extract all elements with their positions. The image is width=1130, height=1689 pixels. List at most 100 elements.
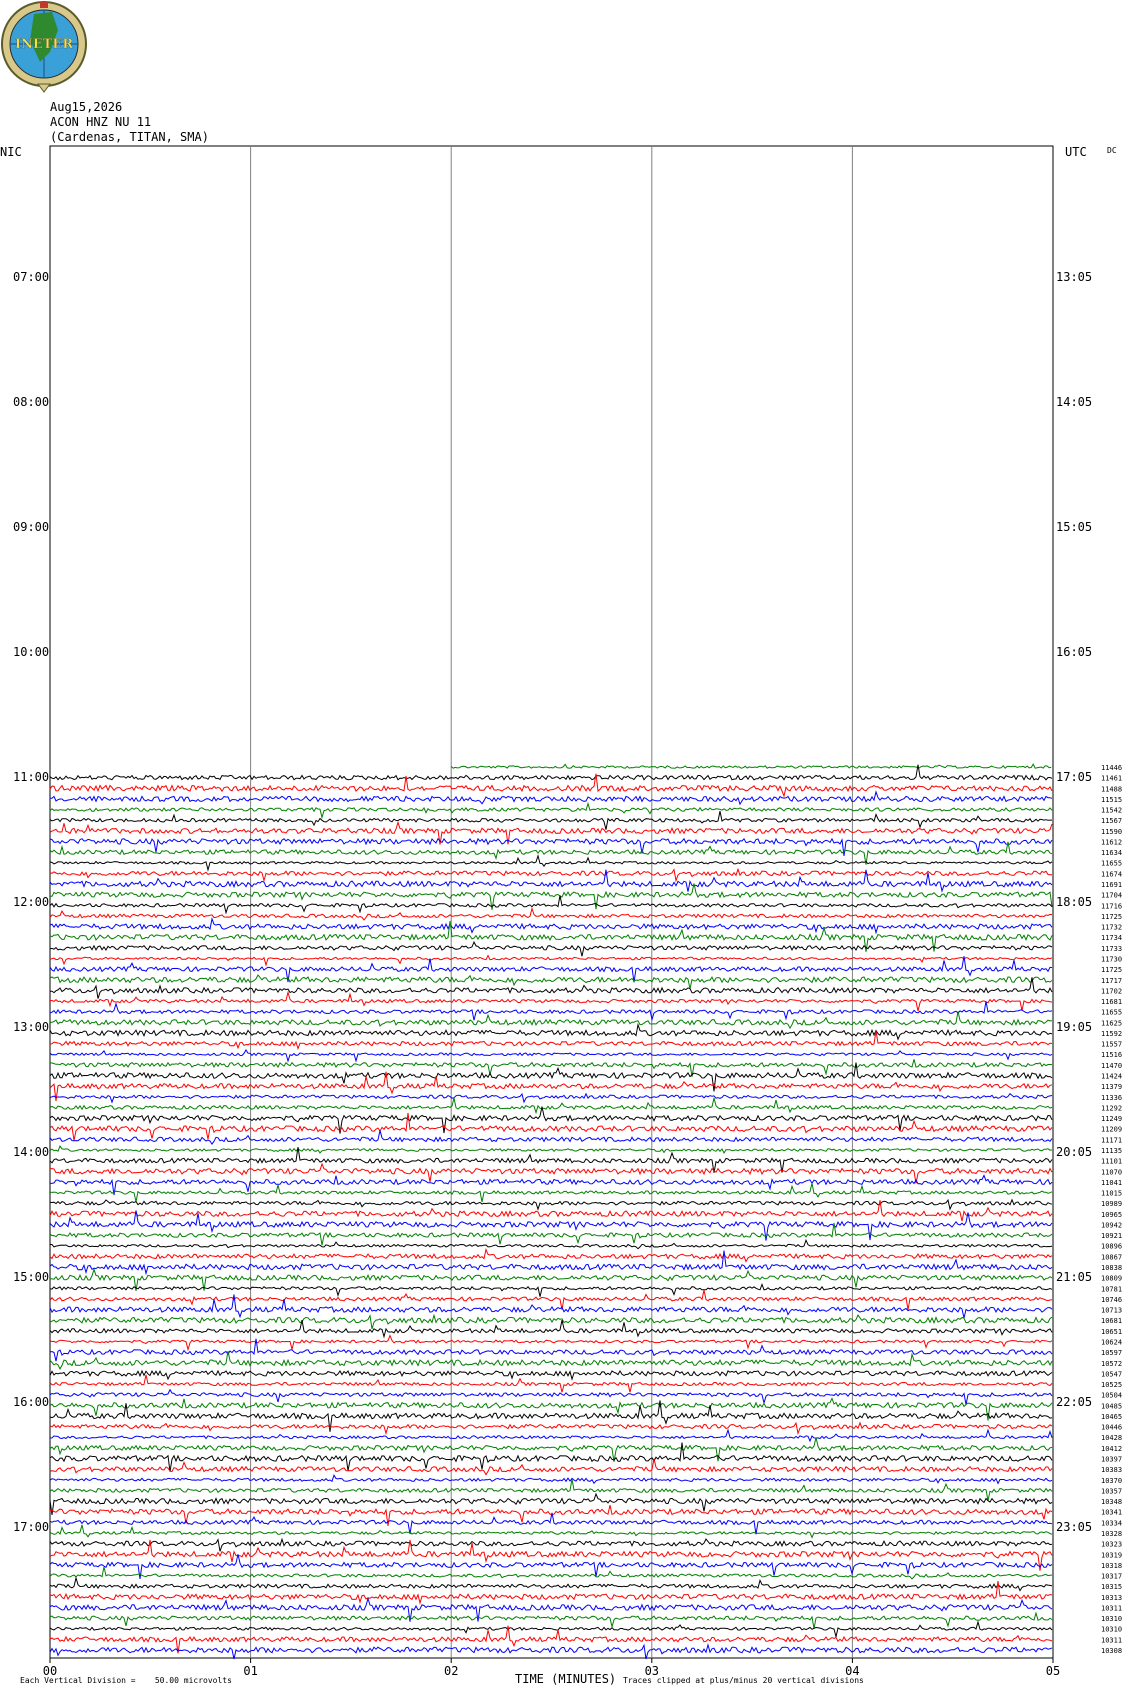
trace-count-label: 11732	[1101, 924, 1122, 932]
trace-count-label: 10838	[1101, 1264, 1122, 1272]
x-tick-label: 01	[243, 1664, 257, 1678]
trace-count-label: 10308	[1101, 1647, 1122, 1655]
trace-count-label: 10341	[1101, 1509, 1122, 1517]
seismic-trace	[49, 811, 1052, 830]
x-tick-label: 05	[1046, 1664, 1060, 1678]
trace-count-label: 11336	[1101, 1094, 1122, 1102]
trace-count-label: 10412	[1101, 1445, 1122, 1453]
trace-count-label: 10896	[1101, 1243, 1122, 1251]
seismic-trace	[49, 1174, 1053, 1196]
seismic-trace	[49, 1334, 1053, 1352]
left-timezone-label: NIC	[0, 145, 22, 159]
trace-count-label: 11567	[1101, 817, 1122, 825]
trace-count-label: 10504	[1101, 1392, 1122, 1400]
trace-count-label: 11488	[1101, 785, 1122, 793]
right-hour-label: 20:05	[1056, 1145, 1092, 1159]
trace-count-label: 10746	[1101, 1296, 1122, 1304]
seismic-trace	[49, 1313, 1053, 1330]
trace-count-label: 11730	[1101, 955, 1122, 963]
trace-count-label: 11681	[1101, 998, 1122, 1006]
trace-count-label: 10624	[1101, 1338, 1122, 1346]
trace-count-label: 10323	[1101, 1541, 1122, 1549]
right-hour-label: 21:05	[1056, 1270, 1092, 1284]
trace-count-label: 10597	[1101, 1349, 1122, 1357]
right-hour-label: 13:05	[1056, 270, 1092, 284]
trace-count-label: 10318	[1101, 1562, 1122, 1570]
trace-count-label: 10465	[1101, 1413, 1122, 1421]
seismic-trace	[49, 1611, 1053, 1629]
trace-count-label: 10547	[1101, 1370, 1122, 1378]
left-hour-label: 11:00	[13, 770, 49, 784]
right-hour-label: 15:05	[1056, 520, 1092, 534]
trace-count-label: 10485	[1101, 1402, 1122, 1410]
seismic-trace	[49, 990, 1053, 1012]
seismic-trace	[49, 1294, 1053, 1319]
seismic-trace	[49, 1210, 1053, 1241]
scale-note: Each Vertical Division = 50.00 microvolt…	[20, 1676, 232, 1685]
trace-count-label: 10310	[1101, 1615, 1122, 1623]
seismic-trace	[49, 1022, 1053, 1041]
seismic-trace	[49, 917, 1053, 935]
seismic-trace	[49, 1620, 1053, 1638]
trace-count-label: 11557	[1101, 1041, 1122, 1049]
trace-count-label: 11691	[1101, 881, 1122, 889]
trace-count-label: 11135	[1101, 1147, 1122, 1155]
trace-count-label: 10319	[1101, 1551, 1122, 1559]
trace-count-label: 10334	[1101, 1519, 1122, 1527]
trace-count-label: 11424	[1101, 1073, 1122, 1081]
seismic-traces	[49, 763, 1053, 1660]
x-tick-label: 02	[444, 1664, 458, 1678]
trace-count-label: 11515	[1101, 796, 1122, 804]
seismic-trace	[49, 1049, 1053, 1063]
trace-count-label: 11592	[1101, 1030, 1122, 1038]
trace-count-label: 11704	[1101, 892, 1122, 900]
trace-count-label: 10357	[1101, 1487, 1122, 1495]
trace-count-label: 10428	[1101, 1434, 1122, 1442]
left-hour-labels: 07:00 08:00 09:00 10:00 11:00 12:00 13:00 14:00…	[13, 270, 49, 1534]
trace-count-label: 10317	[1101, 1573, 1122, 1581]
trace-count-label: 11733	[1101, 945, 1122, 953]
trace-count-label: 11725	[1101, 913, 1122, 921]
seismic-trace	[49, 940, 1053, 957]
seismic-trace	[49, 1512, 1053, 1535]
trace-count-label: 10942	[1101, 1221, 1122, 1229]
seismic-trace	[49, 954, 1053, 967]
seismic-trace	[49, 1250, 1053, 1276]
seismic-trace	[49, 1428, 1053, 1443]
right-hour-labels: 13:05 14:05 15:05 16:05 17:05 18:05 19:05 20:05…	[1056, 270, 1092, 1534]
trace-count-label: 11655	[1101, 860, 1122, 868]
seismic-trace	[49, 1566, 1053, 1580]
logo-text: INETER	[15, 37, 73, 52]
seismic-trace	[49, 1576, 1053, 1592]
right-timezone-label: UTC	[1065, 145, 1087, 159]
trace-count-label: 10328	[1101, 1530, 1122, 1538]
seismic-trace	[49, 1374, 1053, 1393]
left-hour-label: 09:00	[13, 520, 49, 534]
trace-count-label: 11379	[1101, 1083, 1122, 1091]
seismic-trace	[49, 895, 1053, 915]
trace-count-label: 10713	[1101, 1307, 1122, 1315]
trace-count-label: 11516	[1101, 1051, 1122, 1059]
record-date: Aug15,2026	[50, 100, 122, 114]
trace-count-label: 10315	[1101, 1583, 1122, 1591]
clip-note: Traces clipped at plus/minus 20 vertical…	[623, 1676, 864, 1685]
trace-count-label: 11702	[1101, 987, 1122, 995]
trace-count-label: 10383	[1101, 1466, 1122, 1474]
trace-count-label: 10965	[1101, 1211, 1122, 1219]
trace-count-label: 11716	[1101, 902, 1122, 910]
trace-count-label: 11249	[1101, 1115, 1122, 1123]
trace-count-label: 11590	[1101, 828, 1122, 836]
seismic-trace	[49, 1106, 1053, 1134]
right-hour-label: 17:05	[1056, 770, 1092, 784]
trace-count-label: 11625	[1101, 1019, 1122, 1027]
trace-count-label: 10348	[1101, 1498, 1122, 1506]
ineter-logo: INETER	[1, 1, 87, 93]
seismic-trace	[49, 1145, 1053, 1155]
right-hour-label: 22:05	[1056, 1395, 1092, 1409]
seismic-trace	[49, 1011, 1053, 1030]
trace-count-label: 11470	[1101, 1062, 1122, 1070]
seismic-trace	[49, 1001, 1053, 1022]
plot-frame	[49, 145, 1054, 1659]
plot-grid	[49, 145, 1054, 1659]
seismic-trace	[49, 1492, 1053, 1515]
